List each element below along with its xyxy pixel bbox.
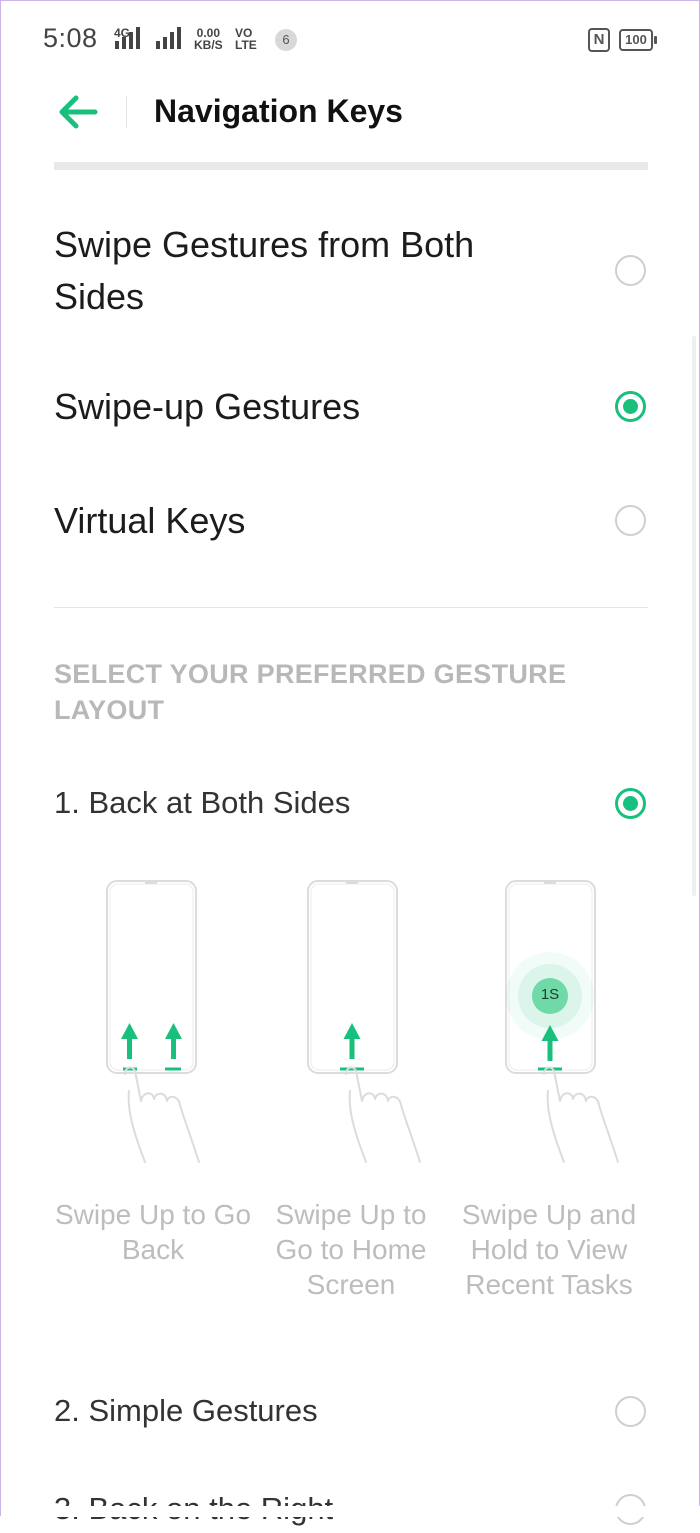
battery-icon: 100 [619,29,657,51]
swipe-up-hold-icon [505,880,619,1163]
volte-bottom: LTE [235,38,257,52]
arrow-left-icon [59,95,98,129]
nfc-icon: N [588,28,610,52]
option-label: Swipe-up Gestures [54,386,361,427]
illustration-swipe-up-home [254,879,454,1169]
signal-strength-icon [156,27,181,49]
hold-duration-label: 1S [540,986,560,1003]
radio-swipe-up-gestures[interactable] [615,391,646,422]
speed-unit: KB/S [194,38,223,52]
divider [54,607,648,608]
section-heading-line: SELECT YOUR PREFERRED GESTURE [54,659,567,689]
gesture-layout-label: 1. Back at Both Sides [54,785,351,820]
section-heading: SELECT YOUR PREFERRED GESTURE LAYOUT [54,656,614,728]
option-swipe-gestures-both-sides[interactable]: Swipe Gestures from Both Sides [1,219,700,329]
status-bar: 5:08 4G 0.00 KB/S VO LTE 6 N 100 [1,1,700,77]
illustration-caption: Swipe Up and Hold to View Recent Tasks [449,1197,649,1302]
header-shadow [54,162,648,170]
option-swipe-up-gestures[interactable]: Swipe-up Gestures [1,381,700,437]
gesture-layout-back-both-sides[interactable]: 1. Back at Both Sides [1,783,700,827]
network-speed: 0.00 KB/S [194,27,223,51]
back-button[interactable] [57,93,99,131]
signal-strength-icon [115,27,140,49]
status-time: 5:08 [43,23,98,53]
scrollbar[interactable] [692,336,696,896]
illustration-swipe-up-back [53,879,253,1169]
option-label: Swipe Gestures from Both Sides [54,224,475,317]
caption-text: Swipe Up to Go to Home Screen [275,1199,427,1300]
section-heading-line: LAYOUT [54,695,165,725]
bottom-edge [1,1506,700,1517]
swipe-up-both-sides-icon [106,880,200,1163]
page-title: Navigation Keys [154,93,403,129]
notification-count-badge: 6 [275,29,297,51]
caption-text: Swipe Up and Hold to View Recent Tasks [461,1199,637,1300]
caption-text: Swipe Up to Go Back [54,1199,252,1265]
radio-back-both-sides[interactable] [615,788,646,819]
radio-swipe-gestures-both-sides[interactable] [615,255,646,286]
volte-icon: VO LTE [235,27,257,51]
illustration-caption: Swipe Up to Go to Home Screen [256,1197,446,1302]
swipe-up-home-icon [307,880,421,1163]
option-virtual-keys[interactable]: Virtual Keys [1,495,700,551]
illustration-caption: Swipe Up to Go Back [53,1197,253,1267]
gesture-layout-simple-gestures[interactable]: 2. Simple Gestures [1,1391,700,1435]
radio-simple-gestures[interactable] [615,1396,646,1427]
gesture-layout-label: 2. Simple Gestures [54,1393,318,1428]
header-divider [126,96,127,128]
option-label: Virtual Keys [54,500,246,541]
radio-virtual-keys[interactable] [615,505,646,536]
illustration-swipe-up-hold: 1S [452,879,652,1169]
